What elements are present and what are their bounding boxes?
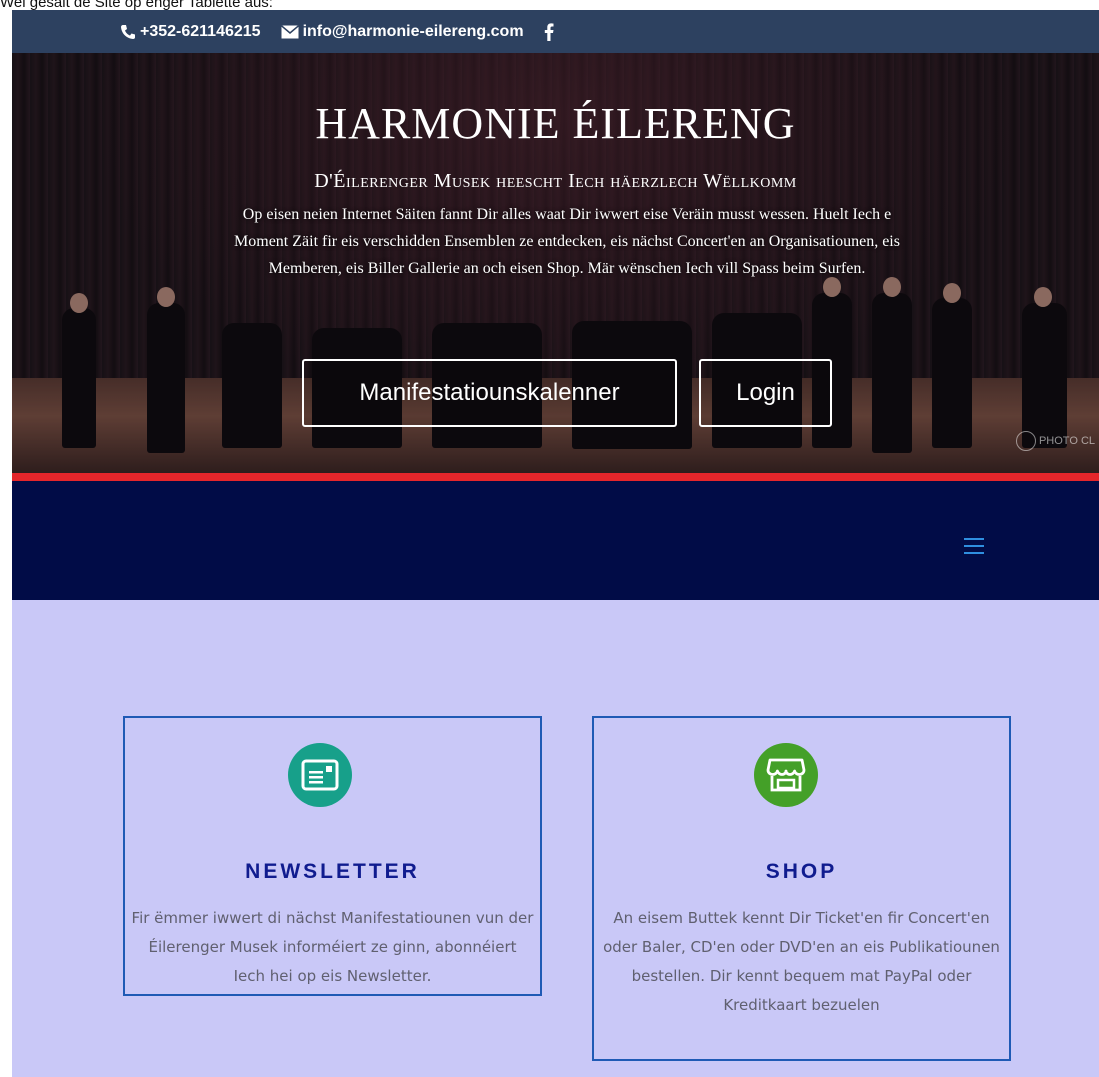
login-button[interactable]: Login <box>699 359 832 427</box>
newsletter-icon-badge <box>288 743 352 807</box>
welcome-subtitle: D'Éilerenger Musek heescht Iech häerzlec… <box>314 170 797 192</box>
calendar-button[interactable]: Manifestatiounskalenner <box>302 359 677 427</box>
envelope-icon <box>280 24 299 38</box>
tablet-screenshot: +352-621146215 info@harmonie-eilereng.co… <box>12 10 1099 1077</box>
shop-title: SHOP <box>765 860 838 883</box>
phone-number: +352-621146215 <box>140 22 261 40</box>
shop-icon-badge <box>754 743 818 807</box>
hero-banner: HARMONIE ÉILERENG D'Éilerenger Musek hee… <box>12 53 1099 473</box>
watermark-text: PHOTO CL <box>1038 435 1095 447</box>
email-address: info@harmonie-eilereng.com <box>302 22 524 40</box>
newsletter-card[interactable]: NEWSLETTER Fir ëmmer iwwert di nächst Ma… <box>123 716 542 996</box>
photo-watermark: PHOTO CL <box>1015 431 1095 451</box>
email-link[interactable]: info@harmonie-eilereng.com <box>280 22 524 41</box>
newsletter-postcard-icon <box>301 759 339 791</box>
shop-storefront-icon <box>766 758 806 792</box>
intro-text: Op eisen neien Internet Säiten fannt Dir… <box>234 206 900 277</box>
hamburger-menu-icon[interactable] <box>964 538 984 554</box>
contact-bar: +352-621146215 info@harmonie-eilereng.co… <box>12 10 1099 53</box>
shop-card[interactable]: SHOP An eisem Buttek kennt Dir Ticket'en… <box>592 716 1011 1061</box>
facebook-link[interactable] <box>544 22 558 41</box>
shop-description: An eisem Buttek kennt Dir Ticket'en fir … <box>603 909 1000 1014</box>
phone-link[interactable]: +352-621146215 <box>120 23 261 41</box>
accent-divider <box>12 473 1099 481</box>
main-nav-bar <box>12 481 1099 600</box>
newsletter-description: Fir ëmmer iwwert di nächst Manifestatiou… <box>131 909 534 985</box>
newsletter-title: NEWSLETTER <box>245 860 420 883</box>
site-title: HARMONIE ÉILERENG <box>315 99 796 148</box>
facebook-icon <box>544 22 554 41</box>
phone-icon <box>121 24 135 39</box>
watermark-logo-icon <box>1015 431 1036 451</box>
